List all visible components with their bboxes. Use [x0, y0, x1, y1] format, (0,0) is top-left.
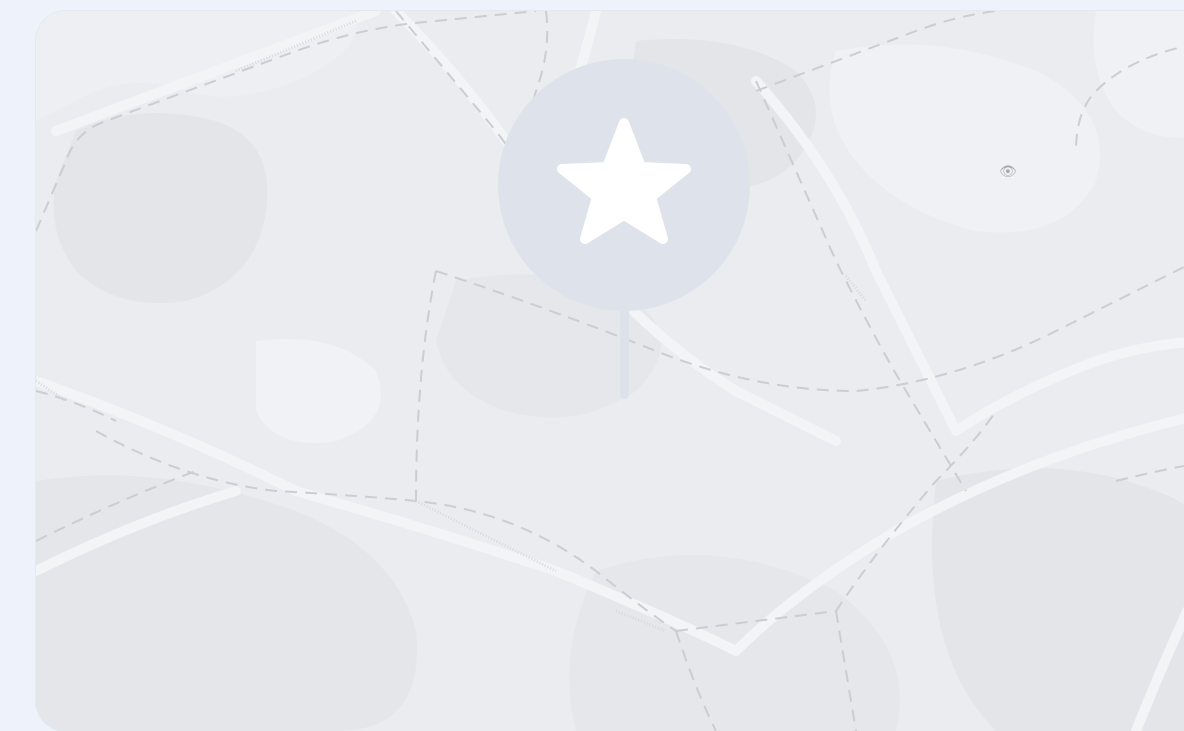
map-view[interactable]: 👁: [36, 11, 1184, 731]
featured-pin-stem: [620, 301, 629, 399]
